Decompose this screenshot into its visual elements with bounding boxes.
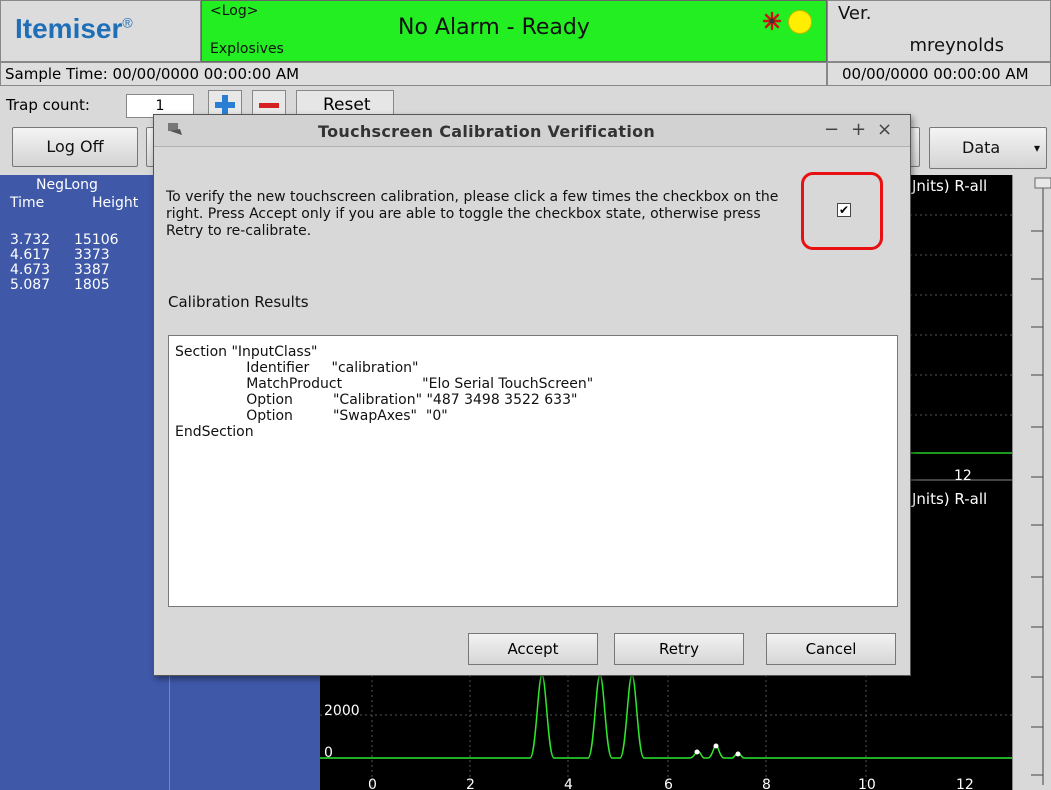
itemiser-app: Itemiser® <Log> Explosives No Alarm - Re… — [0, 0, 1051, 790]
peak-row: 4.673 3387 — [10, 262, 110, 278]
date-time-display: 00/00/0000 00:00:00 AM — [827, 62, 1051, 86]
x-tick-label: 0 — [368, 777, 377, 790]
results-line: Option "Calibration" "487 3498 3522 633" — [175, 392, 578, 408]
peak-row: 5.087 1805 — [10, 277, 110, 293]
x-tick-label: 8 — [762, 777, 771, 790]
results-line: MatchProduct "Elo Serial TouchScreen" — [175, 376, 594, 392]
retry-button[interactable]: Retry — [614, 633, 744, 665]
lower-chart-label: Jnits) R-all — [911, 490, 987, 508]
lower-signal-trace — [320, 674, 1012, 759]
calibration-dialog: Touchscreen Calibration Verification − +… — [153, 114, 911, 676]
peak-row: 4.617 3373 — [10, 247, 110, 263]
time-column-header: Time — [10, 195, 45, 211]
app-logo: Itemiser® — [15, 13, 133, 44]
dialog-instructions: To verify the new touchscreen calibratio… — [166, 189, 779, 239]
status-light-icon — [788, 10, 812, 34]
x-tick-label: 4 — [564, 777, 573, 790]
calibration-results-textarea[interactable]: Section "InputClass" Identifier "calibra… — [168, 335, 898, 607]
data-dropdown-button[interactable]: Data ▾ — [929, 127, 1047, 169]
results-label: Calibration Results — [168, 293, 309, 311]
username-label: mreynolds — [909, 35, 1005, 56]
peak-marker — [713, 743, 719, 749]
upper-chart-label: Jnits) R-all — [911, 177, 987, 195]
x-tick-label: 2 — [466, 777, 475, 790]
dropdown-arrow-icon: ▾ — [1033, 141, 1040, 155]
detection-mode-label: Explosives — [210, 41, 284, 57]
results-line: Option "SwapAxes" "0" — [175, 408, 448, 424]
slider-ticks — [1031, 177, 1051, 785]
alarm-status-bar: <Log> Explosives No Alarm - Ready — [201, 0, 827, 62]
alarm-status-text: No Alarm - Ready — [398, 15, 590, 40]
minimize-icon[interactable]: − — [824, 119, 839, 140]
peak-marker — [694, 749, 700, 755]
results-line: Identifier "calibration" — [175, 360, 419, 376]
vertical-scale-slider[interactable] — [1012, 175, 1051, 790]
log-indicator: <Log> — [210, 3, 259, 19]
peak-list: 3.732 15106 4.617 3373 4.673 3387 5.087 1805 — [10, 233, 119, 293]
upper-x-tick: 12 — [954, 468, 972, 484]
alarm-star-icon — [762, 11, 782, 31]
x-tick-label: 6 — [664, 777, 673, 790]
neg-panel-title: NegLong — [36, 177, 98, 193]
app-window-icon — [168, 123, 182, 135]
dialog-titlebar[interactable]: Touchscreen Calibration Verification − +… — [154, 115, 910, 147]
accept-button[interactable]: Accept — [468, 633, 598, 665]
registered-mark: ® — [122, 14, 133, 31]
close-icon[interactable]: × — [877, 119, 892, 140]
slider-handle — [1034, 177, 1051, 189]
trap-count-label: Trap count: — [6, 96, 90, 114]
maximize-icon[interactable]: + — [851, 119, 866, 140]
y-tick-2000: 2000 — [324, 703, 360, 719]
verification-checkbox[interactable]: ✔ — [837, 203, 851, 217]
results-line: EndSection — [175, 424, 254, 440]
results-line: Section "InputClass" — [175, 344, 318, 360]
cancel-button[interactable]: Cancel — [766, 633, 896, 665]
sample-time-row: Sample Time: 00/00/0000 00:00:00 AM — [0, 62, 827, 86]
height-column-header: Height — [92, 195, 139, 211]
data-label: Data — [962, 138, 1001, 157]
log-off-button[interactable]: Log Off — [12, 127, 138, 167]
dialog-title: Touchscreen Calibration Verification — [318, 122, 656, 141]
y-tick-0: 0 — [324, 745, 333, 761]
neg-peak-panel: NegLong Time Height 3.732 15106 4.617 3373… — [0, 175, 170, 790]
x-tick-label: 12 — [956, 777, 974, 790]
peak-marker — [735, 751, 741, 757]
logo-box: Itemiser® — [0, 0, 201, 62]
version-box: Ver. mreynolds — [827, 0, 1051, 62]
x-tick-label: 10 — [858, 777, 876, 790]
peak-row: 3.732 15106 — [10, 232, 119, 248]
version-label: Ver. — [838, 3, 872, 24]
